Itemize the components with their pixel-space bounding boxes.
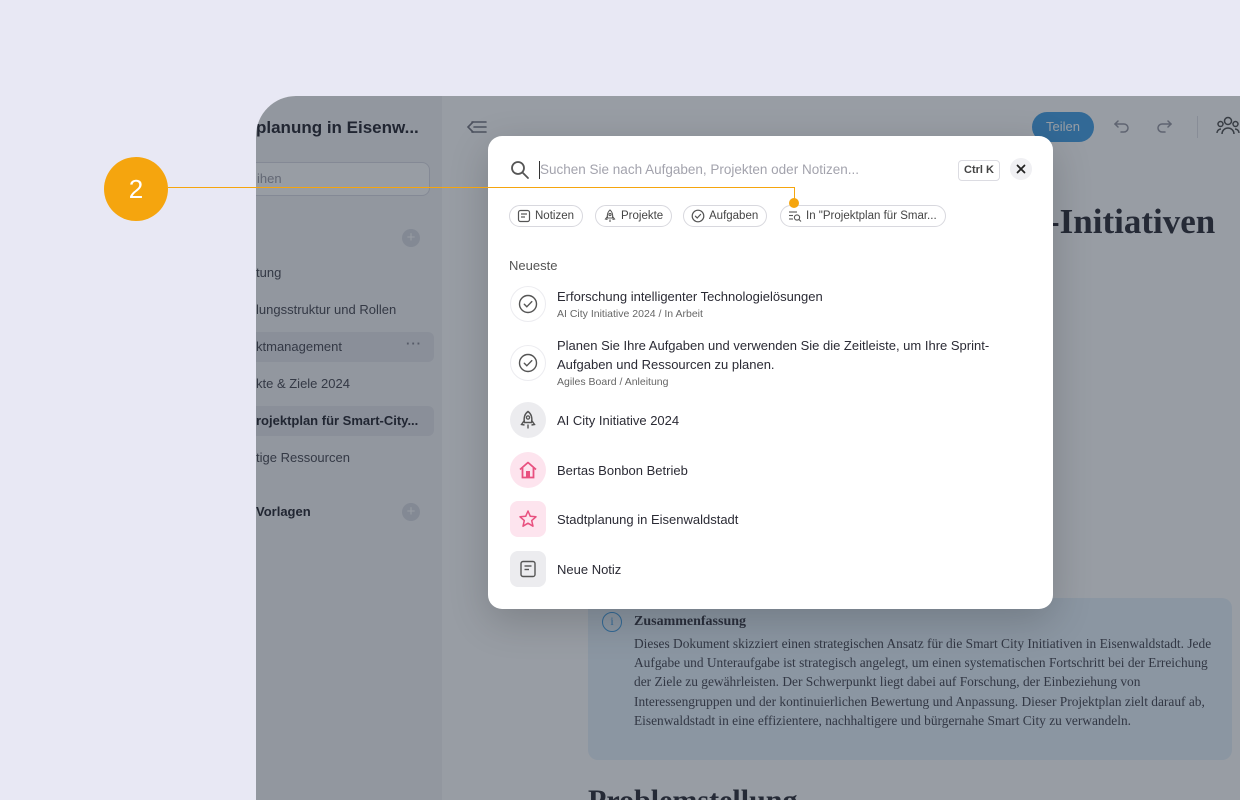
check-circle-icon [518,294,538,314]
result-item[interactable]: Erforschung intelligenter Technologielös… [510,285,1030,323]
result-icon [510,501,546,537]
check-circle-icon [518,353,538,373]
result-item[interactable]: Stadtplanung in Eisenwaldstadt [510,501,1030,539]
result-subtitle: AI City Initiative 2024 / In Arbeit [557,308,703,320]
filter-chip-projekte[interactable]: Projekte [595,205,673,227]
result-item[interactable]: AI City Initiative 2024 [510,402,1030,440]
star-icon [519,510,537,527]
result-item[interactable]: Neue Notiz [510,551,1030,589]
filter-chip-current-document[interactable]: In "Projektplan für Smar... [780,205,946,227]
note-icon [520,560,536,578]
result-title: Planen Sie Ihre Aufgaben und verwenden S… [557,338,990,353]
close-icon[interactable] [1010,158,1032,180]
search-icon [511,161,529,179]
result-icon [510,286,546,322]
result-item[interactable]: Bertas Bonbon Betrieb [510,452,1030,490]
filter-chip-label: Notizen [535,210,574,222]
filter-chip-label: Aufgaben [709,210,759,222]
check-circle-icon [691,209,705,223]
note-icon [517,209,531,223]
result-icon [510,402,546,438]
result-title: AI City Initiative 2024 [557,413,680,428]
result-title-line2: Aufgaben und Ressourcen zu planen. [557,357,775,372]
rocket-icon [520,410,536,429]
search-palette: Ctrl K Notizen Projekte Aufgaben In "Pro… [488,136,1053,609]
result-title: Erforschung intelligenter Technologielös… [557,289,823,304]
search-input[interactable] [540,156,920,182]
result-icon [510,452,546,488]
scope-search-icon [789,211,802,222]
filter-chip-label: Projekte [621,210,664,222]
result-title: Bertas Bonbon Betrieb [557,463,688,478]
filter-chip-label: In "Projektplan für Smar... [806,210,937,222]
callout-connector-line [168,187,794,188]
result-item[interactable]: Planen Sie Ihre Aufgaben und verwenden S… [510,336,1030,390]
callout-anchor-dot [789,198,799,208]
result-title: Neue Notiz [557,562,622,577]
result-icon [510,551,546,587]
app-window: planung in Eisenw... ihen + tung lungsst… [256,96,1240,800]
filter-chip-notizen[interactable]: Notizen [509,205,583,227]
result-icon [510,345,546,381]
result-subtitle: Agiles Board / Anleitung [557,376,669,388]
filter-chip-aufgaben[interactable]: Aufgaben [683,205,768,227]
callout-number-badge: 2 [104,157,168,221]
rocket-icon [604,209,616,222]
result-title: Stadtplanung in Eisenwaldstadt [557,512,739,527]
shortcut-badge: Ctrl K [958,160,1000,181]
recent-section-label: Neueste [509,258,558,273]
house-icon [519,461,537,479]
